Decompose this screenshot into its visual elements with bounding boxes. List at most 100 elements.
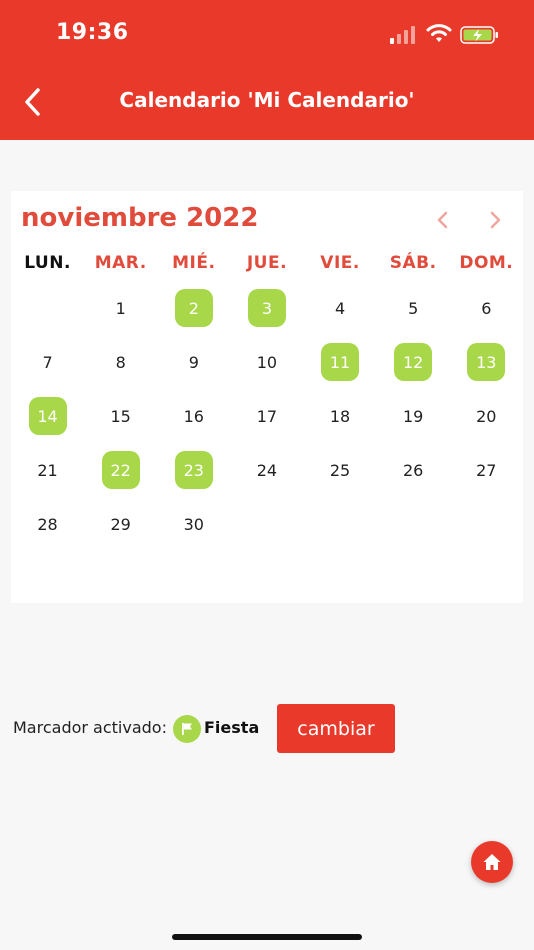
cellular-signal-icon	[390, 26, 415, 44]
day-cell[interactable]: 23	[157, 443, 230, 497]
weekday-label: SÁB.	[389, 253, 437, 273]
day-cell[interactable]: 2	[157, 281, 230, 335]
day-number: 9	[188, 352, 199, 372]
day-number: 15	[110, 406, 131, 426]
day-number: 11	[321, 343, 360, 381]
day-number: 20	[476, 406, 497, 426]
top-bar: 19:36 Calendario 'Mi Calendario'	[0, 0, 534, 140]
day-cell[interactable]: 24	[230, 443, 303, 497]
day-number: 8	[115, 352, 126, 372]
day-number: 18	[329, 406, 351, 426]
calendar-week-row: 28 29 30	[11, 497, 523, 551]
day-cell[interactable]: 17	[230, 389, 303, 443]
day-cell[interactable]: 1	[84, 281, 157, 335]
chevron-right-icon	[490, 211, 501, 229]
prev-month-button[interactable]	[429, 207, 455, 233]
day-cell[interactable]: 5	[377, 281, 450, 335]
day-number: 1	[115, 298, 126, 318]
day-cell[interactable]: 7	[11, 335, 84, 389]
wifi-icon	[426, 24, 452, 42]
day-number: 21	[37, 460, 58, 480]
weekday-label: VIE.	[320, 253, 360, 273]
month-title: noviembre 2022	[21, 203, 259, 233]
day-number	[394, 505, 432, 543]
day-cell[interactable]: 28	[11, 497, 84, 551]
day-cell[interactable]: 3	[230, 281, 303, 335]
day-cell[interactable]: 14	[11, 389, 84, 443]
page-title: Calendario 'Mi Calendario'	[119, 88, 415, 112]
day-cell[interactable]: 13	[450, 335, 523, 389]
day-number	[467, 505, 505, 543]
day-cell[interactable]: 9	[157, 335, 230, 389]
day-number: 30	[183, 514, 204, 534]
day-number: 3	[247, 289, 286, 327]
day-number: 12	[394, 343, 433, 381]
day-cell[interactable]: 4	[304, 281, 377, 335]
day-cell	[11, 281, 84, 335]
day-cell[interactable]: 30	[157, 497, 230, 551]
day-cell[interactable]: 20	[450, 389, 523, 443]
day-number: 29	[110, 514, 131, 534]
home-button[interactable]	[471, 841, 513, 883]
day-cell	[304, 497, 377, 551]
weekday-label: JUE.	[246, 253, 288, 273]
day-number: 16	[183, 406, 204, 426]
day-number	[29, 289, 67, 327]
day-number: 25	[329, 460, 351, 480]
flag-glyph	[182, 723, 192, 735]
day-cell[interactable]: 10	[230, 335, 303, 389]
calendar-widget: noviembre 2022 LUN. MAR. MIÉ. JUE. VIE. …	[11, 191, 523, 603]
calendar-week-row: 21 22 23 24 25 26 27	[11, 443, 523, 497]
day-cell[interactable]: 8	[84, 335, 157, 389]
day-number: 22	[101, 451, 140, 489]
calendar-week-row: 7 8 9 10 11 12 13	[11, 335, 523, 389]
flag-icon	[173, 715, 201, 743]
day-number: 13	[467, 343, 506, 381]
day-cell[interactable]: 15	[84, 389, 157, 443]
day-cell[interactable]: 22	[84, 443, 157, 497]
day-number: 2	[174, 289, 213, 327]
day-number: 27	[476, 460, 497, 480]
day-cell[interactable]: 6	[450, 281, 523, 335]
day-cell	[230, 497, 303, 551]
weekday-label: DOM.	[459, 253, 514, 273]
day-number	[321, 505, 359, 543]
change-marker-button[interactable]: cambiar	[277, 704, 395, 753]
day-number: 10	[256, 352, 278, 372]
day-number: 4	[334, 298, 346, 318]
day-number: 28	[37, 514, 58, 534]
marker-label: Marcador activado:	[13, 718, 167, 737]
day-cell[interactable]: 26	[377, 443, 450, 497]
day-number: 14	[28, 397, 67, 435]
day-cell[interactable]: 27	[450, 443, 523, 497]
home-indicator	[172, 934, 362, 940]
calendar-week-row: 14 15 16 17 18 19 20	[11, 389, 523, 443]
next-month-button[interactable]	[483, 207, 509, 233]
active-marker-name: Fiesta	[204, 718, 260, 737]
day-number: 19	[403, 406, 424, 426]
day-number: 23	[174, 451, 213, 489]
status-time: 19:36	[56, 20, 129, 45]
day-cell[interactable]: 19	[377, 389, 450, 443]
day-number: 26	[403, 460, 424, 480]
day-cell[interactable]: 21	[11, 443, 84, 497]
day-number: 17	[256, 406, 278, 426]
chevron-left-icon	[437, 211, 448, 229]
weekday-label: MAR.	[94, 253, 147, 273]
day-cell[interactable]: 11	[304, 335, 377, 389]
day-cell[interactable]: 29	[84, 497, 157, 551]
day-cell[interactable]: 16	[157, 389, 230, 443]
day-cell[interactable]: 25	[304, 443, 377, 497]
day-number: 24	[256, 460, 278, 480]
weekday-label: LUN.	[24, 253, 71, 273]
weekday-header: LUN. MAR. MIÉ. JUE. VIE. SÁB. DOM.	[11, 253, 523, 277]
weekday-label: MIÉ.	[172, 253, 216, 273]
day-cell	[377, 497, 450, 551]
marker-section: Marcador activado: Fiesta cambiar	[13, 703, 513, 753]
day-number: 7	[42, 352, 53, 372]
day-number	[248, 505, 286, 543]
day-cell[interactable]: 12	[377, 335, 450, 389]
day-cell[interactable]: 18	[304, 389, 377, 443]
day-cell	[450, 497, 523, 551]
calendar-week-row: 1 2 3 4 5 6	[11, 281, 523, 335]
